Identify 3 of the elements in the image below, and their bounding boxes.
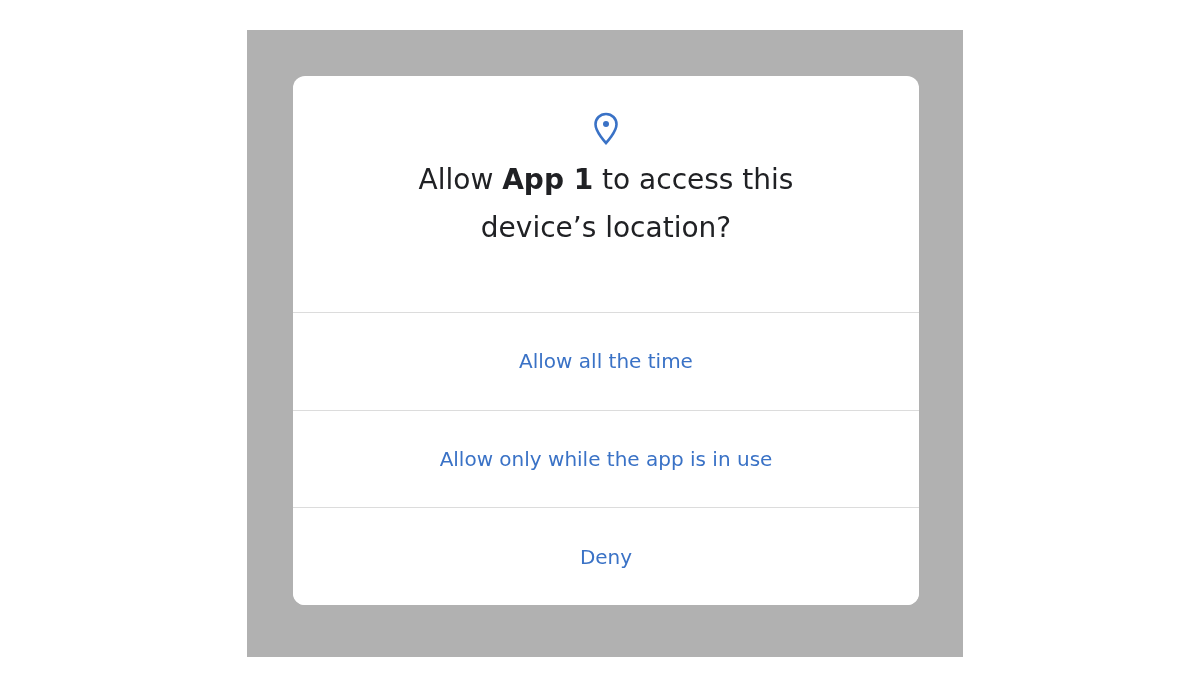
option-button[interactable]: Deny [293, 507, 919, 605]
location-pin-icon [593, 112, 619, 146]
dialog-title: Allow App 1 to access this device’s location? [417, 162, 795, 246]
